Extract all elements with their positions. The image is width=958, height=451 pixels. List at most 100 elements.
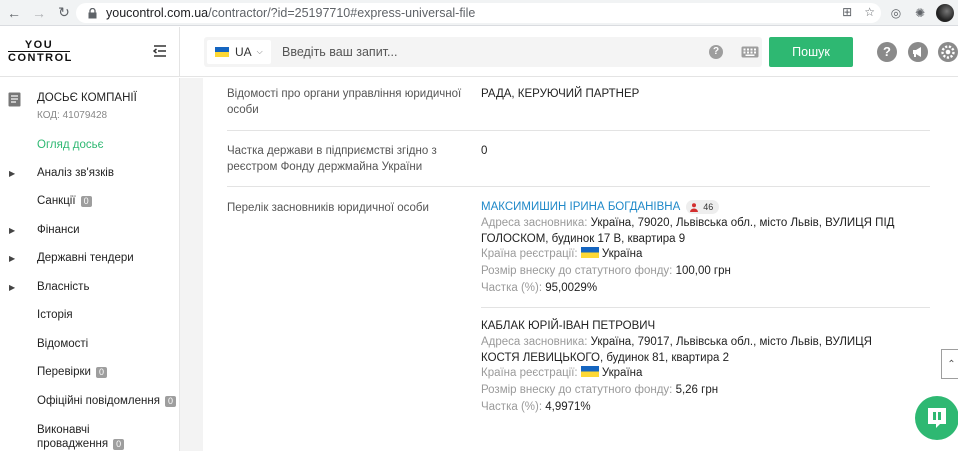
management-label: Відомості про органи управління юридично…: [227, 88, 462, 116]
sidebar-item-information[interactable]: Відомості: [37, 338, 88, 350]
bookmark-star-icon[interactable]: ☆: [864, 5, 875, 19]
help-icon[interactable]: ?: [709, 45, 723, 59]
settings-gear-icon[interactable]: [938, 42, 958, 62]
count-badge: 0: [113, 439, 125, 450]
country-value: Україна: [601, 367, 643, 379]
sidebar-item-history[interactable]: Історія: [37, 309, 73, 321]
profile-avatar[interactable]: [936, 4, 954, 22]
address-key: Адреса засновника:: [481, 217, 588, 229]
sidebar-item-label: Власність: [37, 281, 90, 293]
url-path: /contractor/?id=25197710#express-univers…: [208, 6, 476, 20]
help-circle-icon[interactable]: ?: [877, 42, 897, 62]
sidebar-item-overview[interactable]: Огляд досьє: [37, 139, 103, 151]
state-share-value: 0: [481, 145, 488, 157]
founder-country: Країна реєстрації: Україна: [481, 365, 911, 381]
sidebar-item-label: Історія: [37, 309, 73, 321]
expand-arrow-icon[interactable]: ▶: [9, 169, 15, 178]
share-value: 95,0029%: [545, 282, 598, 294]
founder-country: Країна реєстрації: Україна: [481, 246, 911, 262]
sidebar-item-tenders[interactable]: Державні тендери: [37, 252, 134, 264]
country-value: Україна: [601, 248, 643, 260]
chevron-up-icon: ⌃: [947, 358, 956, 370]
sidebar-item-inspections[interactable]: Перевірки 0: [37, 366, 107, 378]
sidebar-item-enforcement[interactable]: Виконавчі провадження 0: [37, 423, 125, 451]
founder-name-link[interactable]: МАКСИМИШИН ІРИНА БОГДАНІВНА 46: [481, 200, 720, 214]
row-divider: [227, 130, 930, 131]
sidebar-item-label: Перевірки: [37, 366, 91, 378]
logo-top: YOU: [24, 39, 54, 51]
globe-extension-icon[interactable]: ◎: [888, 5, 904, 21]
sidebar-item-label: Аналіз зв'язків: [37, 167, 114, 179]
url-domain: youcontrol.com.ua: [106, 6, 209, 20]
sidebar-item-label: Державні тендери: [37, 252, 134, 264]
country-key: Країна реєстрації:: [481, 248, 578, 260]
install-app-icon[interactable]: ⊞: [842, 5, 852, 19]
sidebar-item-label: Відомості: [37, 338, 89, 350]
person-connections-badge[interactable]: 46: [686, 200, 720, 214]
chat-button[interactable]: [915, 396, 958, 440]
capital-value: 5,26 грн: [675, 384, 719, 396]
youcontrol-logo[interactable]: YOU CONTROL: [8, 39, 71, 64]
sidebar-item-label-line1: Виконавчі: [37, 424, 90, 436]
app-header: YOU CONTROL UA ⌵ ? Пошук ?: [0, 27, 958, 77]
address-key: Адреса засновника:: [481, 336, 588, 348]
count-badge: 0: [164, 395, 176, 407]
dossier-title: ДОСЬЄ КОМПАНІЇ: [37, 92, 137, 104]
capital-value: 100,00 грн: [675, 265, 731, 277]
sidebar-item-label: Офіційні повідомлення: [37, 395, 160, 407]
founder-name: МАКСИМИШИН ІРИНА БОГДАНІВНА: [481, 201, 681, 213]
header-divider: [179, 27, 180, 77]
connections-count: 46: [703, 202, 714, 212]
sidebar-item-finance[interactable]: Фінанси: [37, 224, 80, 236]
share-key: Частка (%):: [481, 401, 543, 413]
search-button[interactable]: Пошук: [769, 37, 853, 67]
ukraine-flag-icon: [580, 247, 599, 258]
count-badge: 0: [95, 366, 107, 378]
person-icon: [690, 202, 699, 212]
founder-name: КАБЛАК ЮРІЙ-ІВАН ПЕТРОВИЧ: [481, 320, 656, 332]
chevron-down-icon: ⌵: [256, 47, 263, 56]
founder-capital: Розмір внеску до статутного фонду: 100,0…: [481, 263, 911, 279]
dossier-code: КОД: 41079428: [37, 110, 108, 121]
collapse-menu-icon[interactable]: [152, 44, 167, 58]
language-value: UA: [235, 45, 252, 59]
lock-icon: [86, 7, 98, 19]
language-select[interactable]: UA ⌵: [207, 40, 271, 64]
reload-icon[interactable]: ↻: [53, 2, 75, 24]
document-icon: [8, 92, 21, 107]
founder-capital: Розмір внеску до статутного фонду: 5,26 …: [481, 382, 911, 398]
forward-arrow-icon[interactable]: →: [28, 2, 50, 24]
sidebar-item-sanctions[interactable]: Санкції 0: [37, 195, 92, 207]
expand-arrow-icon[interactable]: ▶: [9, 226, 15, 235]
expand-arrow-icon[interactable]: ▶: [9, 283, 15, 292]
founder-divider: [481, 307, 930, 308]
sidebar-item-property[interactable]: Власність: [37, 281, 89, 293]
scroll-to-top-button[interactable]: ⌃: [941, 349, 958, 379]
count-badge: 0: [80, 195, 92, 207]
ukraine-flag-icon: [580, 366, 599, 377]
sidebar-item-link-analysis[interactable]: Аналіз зв'язків: [37, 167, 114, 179]
ukraine-flag-icon: [215, 47, 229, 57]
sidebar: ДОСЬЄ КОМПАНІЇ КОД: 41079428 Огляд досьє…: [0, 78, 180, 451]
puzzle-extensions-icon[interactable]: ✺: [912, 5, 928, 21]
search-bar: UA ⌵ ?: [204, 37, 762, 67]
browser-toolbar: ← → ↻ youcontrol.com.ua/contractor/?id=2…: [0, 0, 958, 26]
founder-share: Частка (%): 4,9971%: [481, 399, 911, 415]
state-share-label: Частка держави в підприємстві згідно з р…: [227, 145, 437, 173]
keyboard-icon[interactable]: [741, 46, 759, 58]
address-bar[interactable]: youcontrol.com.ua/contractor/?id=2519771…: [76, 3, 881, 23]
founder-share: Частка (%): 95,0029%: [481, 280, 911, 296]
back-arrow-icon[interactable]: ←: [3, 2, 25, 24]
expand-arrow-icon[interactable]: ▶: [9, 254, 15, 263]
founder-address: Адреса засновника: Україна, 79017, Львів…: [481, 334, 911, 366]
sidebar-item-label: Фінанси: [37, 224, 80, 236]
search-input[interactable]: [282, 44, 682, 60]
founders-label: Перелік засновників юридичної особи: [227, 202, 429, 214]
management-value: РАДА, КЕРУЮЧИЙ ПАРТНЕР: [481, 88, 640, 100]
chat-icon: [928, 408, 946, 428]
megaphone-icon[interactable]: [908, 42, 928, 62]
capital-key: Розмір внеску до статутного фонду:: [481, 265, 673, 277]
founder-address: Адреса засновника: Україна, 79020, Львів…: [481, 215, 911, 247]
sidebar-item-label-line2: провадження: [37, 438, 109, 450]
sidebar-item-official-notices[interactable]: Офіційні повідомлення 0: [37, 395, 176, 407]
